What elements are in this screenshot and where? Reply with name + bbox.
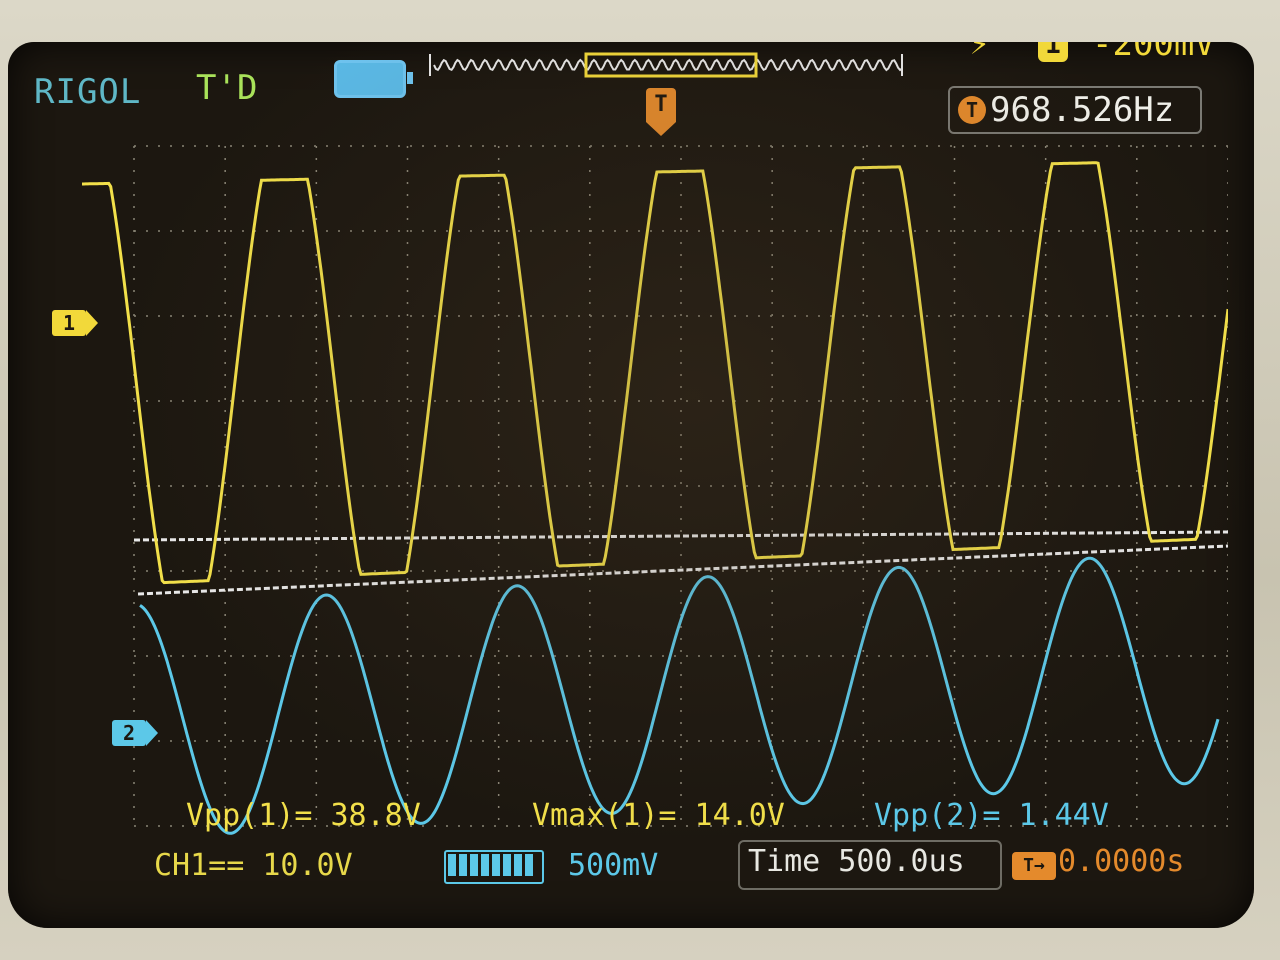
frequency-readout: 968.526Hz [990, 90, 1175, 130]
trigger-offset-icon: T→ [1012, 852, 1056, 880]
ch2-ground-line [137, 544, 1228, 596]
ch2-offset-marker: 2 [112, 720, 158, 746]
ch1-ground-line [133, 530, 1228, 542]
memory-waveform [433, 58, 903, 72]
ch1-offset-marker: 1 [52, 310, 98, 336]
ch1-scale: CH1== 10.0V [154, 848, 353, 883]
trigger-channel-badge: 1 [1038, 42, 1068, 62]
ch2-waveform [139, 556, 1220, 835]
status-bar: CH1== 10.0V 500mV Time 500.0us T→ 0.0000… [148, 840, 1238, 890]
measurement-row: Vpp(1)= 38.8V Vmax(1)= 14.0V Vpp(2)= 1.4… [168, 798, 1218, 842]
trigger-offset: 0.0000s [1058, 844, 1185, 879]
edge-trigger-icon: ⚡ [970, 42, 990, 62]
vpp-ch1-measurement: Vpp(1)= 38.8V [186, 798, 421, 833]
waveform-grid [82, 145, 1228, 835]
trigger-level: -200mV [1092, 42, 1215, 64]
ch2-coupling-icon [448, 854, 536, 876]
frequency-trigger-icon: T [958, 96, 986, 124]
timebase-readout: Time 500.0us [748, 844, 965, 879]
grid-lines [133, 145, 1228, 827]
vmax-ch1-measurement: Vmax(1)= 14.0V [532, 798, 785, 833]
ch2-scale: 500mV [568, 848, 659, 883]
trigger-status: T'D [196, 68, 258, 108]
vpp-ch2-measurement: Vpp(2)= 1.44V [874, 798, 1109, 833]
brand-logo: RIGOL [34, 72, 142, 112]
battery-icon [334, 60, 413, 98]
ch1-waveform [82, 161, 1228, 585]
trigger-position-marker: T [646, 88, 676, 136]
oscilloscope-screen: RIGOL T'D ⚡ 1 -200mV T 968.526Hz T 1 2 V… [8, 42, 1254, 928]
